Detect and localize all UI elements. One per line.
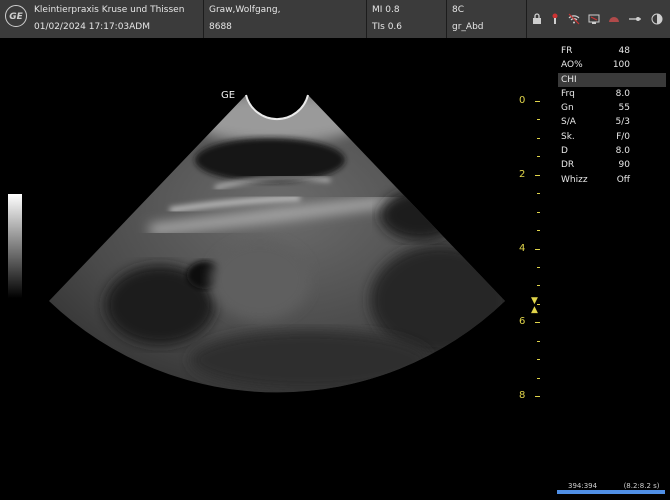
param-value: 8.0 (615, 88, 630, 99)
preset-name: gr_Abd (452, 22, 484, 32)
mechanical-index: MI 0.8 (372, 5, 400, 15)
param-key: D (561, 146, 568, 157)
param-key: Whizz (561, 174, 588, 185)
param-value: 5/3 (615, 117, 630, 128)
depth-label: 2 (519, 168, 526, 180)
header-bar: GE Kleintierpraxis Kruse und Thissen 01/… (0, 0, 670, 38)
param-key: S/A (561, 117, 576, 128)
depth-major-tick (535, 248, 540, 250)
status-icons (532, 10, 666, 29)
depth-minor-tick (537, 359, 540, 361)
param-row[interactable]: Gn 55 (558, 101, 666, 115)
param-key: FR (561, 46, 573, 56)
param-key: Sk. (561, 131, 575, 142)
depth-label: 4 (519, 242, 526, 254)
param-row[interactable]: FR 48 (558, 44, 666, 58)
parameter-panel: FR 48 AO% 100 CHI Frq 8.0 Gn 55 S/A 5/3 Sk. F/0 D 8.0 D… (558, 44, 666, 187)
param-row[interactable]: D 8.0 (558, 144, 666, 158)
param-key: Gn (561, 103, 574, 114)
index-cell: MI 0.8 TIs 0.6 (366, 0, 447, 38)
param-key: CHI (561, 74, 577, 85)
ge-logo: GE (5, 5, 27, 27)
depth-minor-tick (537, 156, 540, 158)
thermal-index: TIs 0.6 (372, 22, 403, 32)
param-row[interactable]: Sk. F/0 (558, 130, 666, 144)
probe-name: 8C (452, 5, 465, 15)
param-value: F/0 (616, 131, 630, 142)
param-key: Frq (561, 88, 575, 99)
depth-major-tick (535, 396, 540, 397)
depth-label: 8 (519, 390, 526, 401)
param-row[interactable]: CHI (558, 72, 666, 87)
depth-minor-tick (537, 211, 540, 213)
param-row[interactable]: DR 90 (558, 158, 666, 172)
patient-id: 8688 (209, 22, 232, 32)
depth-minor-tick (537, 137, 540, 139)
param-value: Off (616, 174, 630, 185)
depth-minor-tick (537, 266, 540, 268)
grayscale-bar (8, 194, 22, 298)
param-value: 8.0 (615, 146, 630, 157)
storage-icon[interactable] (608, 13, 620, 28)
depth-label: 6 (519, 316, 526, 328)
param-value: 55 (618, 103, 630, 114)
patient-cell[interactable]: Graw,Wolfgang, 8688 (203, 0, 367, 38)
patient-name: Graw,Wolfgang, (209, 5, 281, 15)
cine-progress-fill (557, 490, 665, 494)
depth-minor-tick (537, 340, 540, 342)
param-value: 100 (612, 60, 630, 71)
param-row[interactable]: AO% 100 (558, 58, 666, 72)
depth-minor-tick (537, 193, 540, 195)
sector-scan (49, 95, 505, 393)
depth-label: 0 (519, 95, 526, 106)
lock-icon (532, 13, 542, 28)
focus-marker-icon[interactable]: ▼ ▲ (531, 297, 538, 315)
cine-time: (8.2:8.2 s) (623, 482, 660, 490)
depth-major-tick (535, 101, 540, 102)
exam-datetime: 01/02/2024 17:17:03ADM (34, 22, 151, 32)
depth-minor-tick (537, 377, 540, 379)
param-key: AO% (561, 60, 583, 71)
param-row[interactable]: S/A 5/3 (558, 115, 666, 129)
param-value: 90 (618, 160, 630, 171)
depth-major-tick (535, 174, 540, 176)
usb-icon[interactable] (628, 13, 642, 28)
cine-status: 394:394 (8.2:8.2 s) (568, 482, 660, 490)
wifi-icon[interactable] (568, 13, 580, 28)
param-row[interactable]: Frq 8.0 (558, 87, 666, 101)
depth-minor-tick (537, 119, 540, 121)
probe-orientation-marker: GE (221, 90, 236, 101)
probe-icon (550, 13, 560, 28)
param-value: 48 (618, 46, 630, 56)
depth-minor-tick (537, 230, 540, 232)
depth-minor-tick (537, 285, 540, 287)
depth-major-tick (535, 322, 540, 324)
cine-scrollbar[interactable] (557, 490, 665, 494)
param-row[interactable]: Whizz Off (558, 173, 666, 187)
contrast-icon[interactable] (651, 13, 663, 28)
probe-cell[interactable]: 8C gr_Abd (446, 0, 527, 38)
network-icon[interactable] (588, 13, 600, 28)
cine-frames: 394:394 (568, 482, 598, 490)
clinic-name: Kleintierpraxis Kruse und Thissen (34, 5, 185, 15)
param-key: DR (561, 160, 575, 171)
